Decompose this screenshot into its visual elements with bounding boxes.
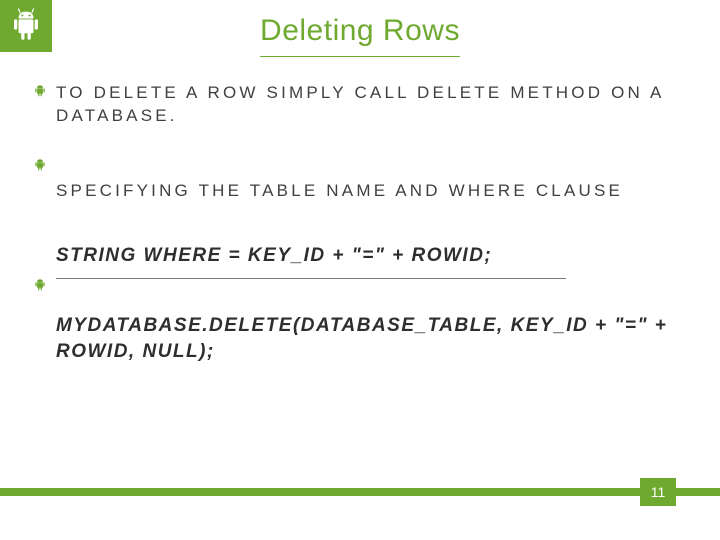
page-number-box: 11: [640, 478, 676, 506]
list-item: TO DELETE A ROW SIMPLY CALL DELETE METHO…: [34, 82, 690, 128]
code-text: MYDATABASE.DELETE(DATABASE_TABLE, KEY_ID…: [34, 313, 690, 364]
divider: [56, 278, 566, 279]
list-item: MYDATABASE.DELETE(DATABASE_TABLE, KEY_ID…: [34, 313, 690, 364]
bullet-icon: [34, 279, 46, 291]
bullet-icon: [34, 159, 46, 171]
item-text: SPECIFYING THE TABLE NAME AND WHERE CLAU…: [34, 180, 690, 203]
page-number: 11: [651, 484, 666, 500]
item-text: TO DELETE A ROW SIMPLY CALL DELETE METHO…: [34, 82, 690, 128]
slide-title: Deleting Rows: [0, 14, 720, 48]
body-content: TO DELETE A ROW SIMPLY CALL DELETE METHO…: [34, 82, 690, 393]
title-underline: [260, 56, 460, 57]
code-text: STRING WHERE = KEY_ID + "=" + ROWID;: [34, 243, 690, 269]
slide: Deleting Rows TO DELETE A ROW SIMPLY CAL…: [0, 0, 720, 540]
bullet-icon: [34, 85, 46, 97]
list-item: [34, 156, 690, 170]
footer-bar: [0, 488, 720, 496]
empty-item: [34, 156, 690, 170]
list-item: SPECIFYING THE TABLE NAME AND WHERE CLAU…: [34, 180, 690, 203]
list-item: STRING WHERE = KEY_ID + "=" + ROWID;: [34, 243, 690, 280]
